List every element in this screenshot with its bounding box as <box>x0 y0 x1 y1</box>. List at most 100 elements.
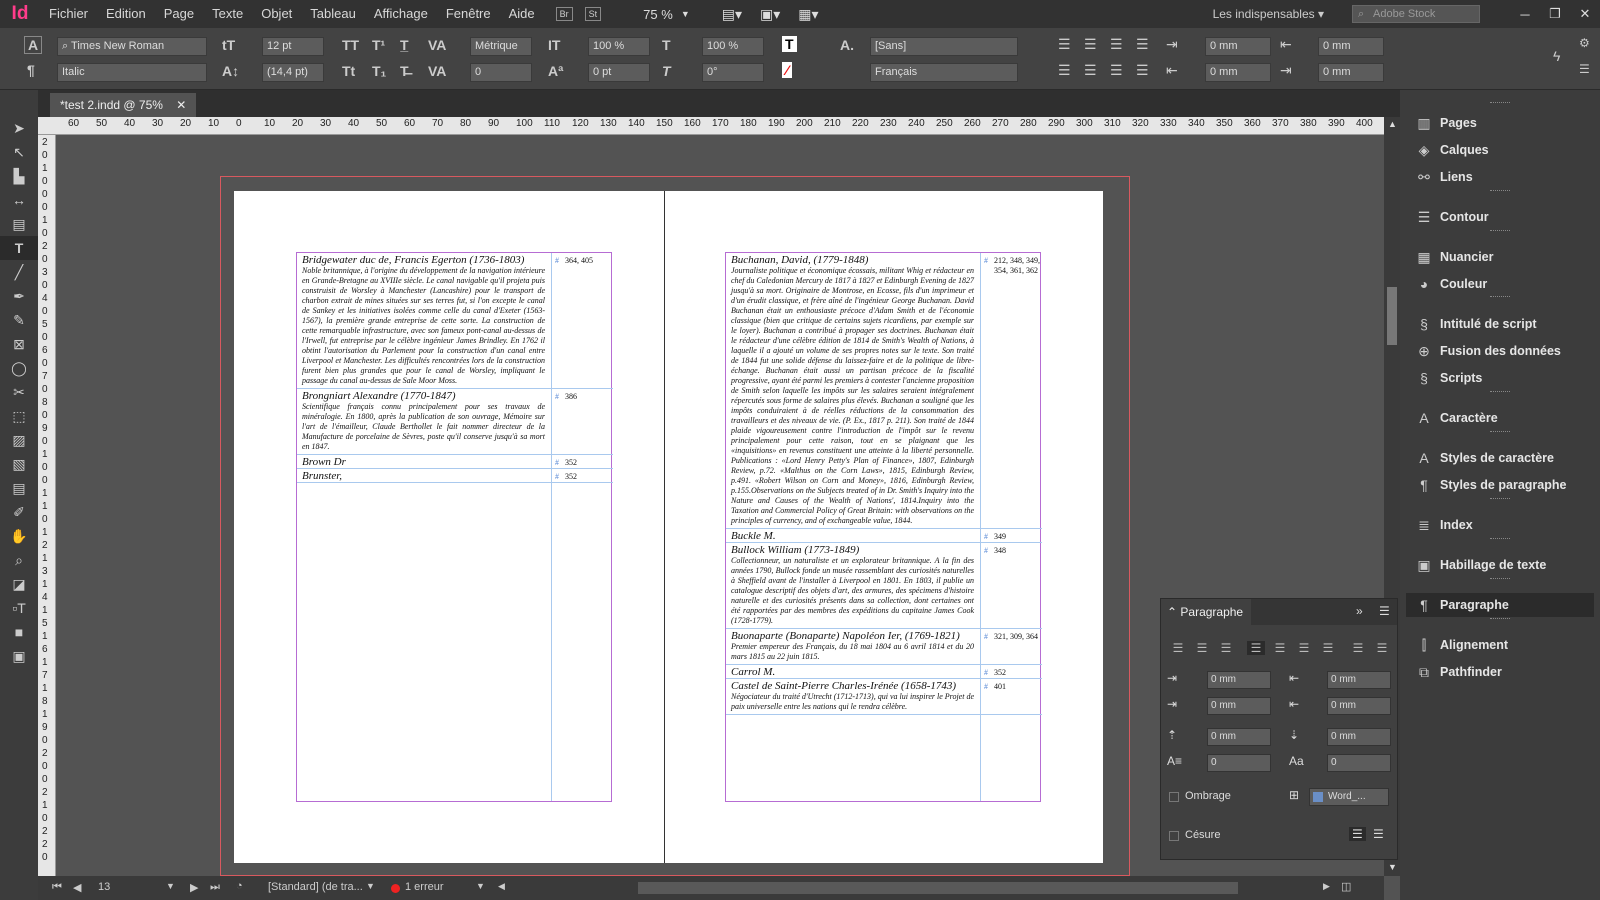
chevron-down-icon[interactable]: ▼ <box>166 881 175 891</box>
panel-grip[interactable] <box>1490 578 1510 580</box>
left-indent-field[interactable]: 0 mm <box>1207 671 1271 689</box>
menu-aide[interactable]: Aide <box>500 0 544 28</box>
free-transform-tool-icon[interactable]: ⬚ <box>0 404 38 428</box>
last-line-indent-field[interactable]: 0 mm <box>1327 697 1391 715</box>
index-entry[interactable]: Buchanan, David, (1779-1848) Journaliste … <box>726 253 1042 529</box>
gap-tool-icon[interactable]: ↔ <box>0 188 38 212</box>
stock-button[interactable]: St <box>584 7 602 21</box>
close-icon[interactable]: ✕ <box>176 98 186 112</box>
vertical-scale-field[interactable]: 100 % <box>588 37 650 56</box>
chevron-down-icon[interactable]: ▼ <box>366 881 375 891</box>
chevron-down-icon[interactable]: ▼ <box>476 881 485 891</box>
rectangle-frame-tool-icon[interactable]: ⊠ <box>0 332 38 356</box>
apply-color-icon[interactable]: ■ <box>0 620 38 644</box>
justify-all-icon[interactable]: ☰ <box>1058 62 1071 79</box>
baseline-grid-off-icon[interactable]: ☰ <box>1349 827 1366 841</box>
index-entry[interactable]: Buonaparte (Bonaparte) Napoléon Ier, (17… <box>726 629 1042 665</box>
next-page-icon[interactable]: ▶ <box>190 881 198 894</box>
line-tool-icon[interactable]: ╱ <box>0 260 38 284</box>
paragraph-panel-title[interactable]: ⌃ Paragraphe <box>1167 605 1243 619</box>
last-page-icon[interactable]: ⏭ <box>210 881 220 894</box>
status-style[interactable]: [Standard] (de tra... <box>268 881 363 893</box>
preflight-icon[interactable]: ◔ <box>236 880 243 892</box>
justify-center-icon[interactable]: ☰ <box>1084 62 1097 79</box>
view-options-icon[interactable]: ▤▾ <box>722 6 742 23</box>
gear-icon[interactable]: ⚙ <box>1579 36 1590 50</box>
right-indent-field[interactable]: 0 mm <box>1327 671 1391 689</box>
menu-page[interactable]: Page <box>155 0 203 28</box>
skew-field[interactable]: 0° <box>702 63 764 82</box>
menu-tableau[interactable]: Tableau <box>301 0 365 28</box>
adobe-stock-search[interactable]: ⌕ Adobe Stock <box>1352 5 1480 23</box>
kerning-field[interactable]: Métrique <box>470 37 532 56</box>
panel-item-paragraph-styles[interactable]: ¶ Styles de paragraphe <box>1406 473 1594 497</box>
justify-center-icon[interactable]: ☰ <box>1271 641 1289 655</box>
shading-settings-icon[interactable]: ⊞ <box>1289 788 1299 802</box>
justify-left-icon[interactable]: ☰ <box>1136 36 1149 53</box>
note-tool-icon[interactable]: ▤ <box>0 476 38 500</box>
strikethrough-icon[interactable]: T̶ <box>400 63 409 79</box>
font-style-field[interactable]: Italic <box>57 63 207 82</box>
panel-item-character-styles[interactable]: A Styles de caractère <box>1406 446 1594 470</box>
panel-item-scripts[interactable]: § Scripts <box>1406 366 1594 390</box>
drop-cap-chars-field[interactable]: 0 <box>1327 754 1391 772</box>
panel-grip[interactable] <box>1490 190 1510 192</box>
character-style-field[interactable]: [Sans] <box>870 37 1018 56</box>
shading-checkbox[interactable] <box>1169 792 1179 802</box>
first-line-indent-field[interactable]: 0 mm <box>1205 63 1271 82</box>
panel-grip[interactable] <box>1490 296 1510 298</box>
tracking-field[interactable]: 0 <box>470 63 532 82</box>
minimize-icon[interactable]: ─ <box>1510 7 1540 22</box>
chevron-down-icon[interactable]: ▼ <box>681 9 690 19</box>
left-indent-field[interactable]: 0 mm <box>1205 37 1271 56</box>
hand-tool-icon[interactable]: ✋ <box>0 524 38 548</box>
panel-item-data-merge[interactable]: ⊕ Fusion des données <box>1406 339 1594 363</box>
menu-texte[interactable]: Texte <box>203 0 252 28</box>
zoom-level[interactable]: 75 % <box>643 7 673 22</box>
align-left-icon[interactable]: ☰ <box>1169 641 1187 655</box>
pen-tool-icon[interactable]: ✒ <box>0 284 38 308</box>
small-caps-icon[interactable]: Tt <box>342 63 355 79</box>
type-tool-icon[interactable]: T <box>0 236 38 260</box>
justify-left-icon[interactable]: ☰ <box>1247 641 1265 655</box>
document-tab[interactable]: *test 2.indd @ 75% ✕ <box>50 93 197 117</box>
panel-grip[interactable] <box>1490 498 1510 500</box>
index-entry[interactable]: Brown Dr 352 # <box>297 455 613 469</box>
align-center-icon[interactable]: ☰ <box>1084 36 1097 53</box>
align-right-icon[interactable]: ☰ <box>1217 641 1235 655</box>
hyphenation-checkbox[interactable] <box>1169 831 1179 841</box>
selection-tool-icon[interactable]: ➤ <box>0 116 38 140</box>
fill-stroke-icon[interactable]: ◪ <box>0 572 38 596</box>
baseline-shift-field[interactable]: 0 pt <box>588 63 650 82</box>
index-entry[interactable]: Buckle M. 349 # <box>726 529 1042 543</box>
horizontal-scrollbar-thumb[interactable] <box>638 882 1238 894</box>
scissors-tool-icon[interactable]: ✂ <box>0 380 38 404</box>
scroll-down-icon[interactable]: ▼ <box>1388 862 1397 872</box>
panel-grip[interactable] <box>1490 391 1510 393</box>
align-center-icon[interactable]: ☰ <box>1193 641 1211 655</box>
first-line-indent-field[interactable]: 0 mm <box>1207 697 1271 715</box>
stroke-none-icon[interactable]: ⁄ <box>782 62 793 78</box>
justify-right-icon[interactable]: ☰ <box>1295 641 1313 655</box>
align-spine-icon[interactable]: ☰ <box>1136 62 1149 79</box>
panel-item-color[interactable]: ◕ Couleur <box>1406 272 1594 296</box>
baseline-grid-on-icon[interactable]: ☰ <box>1373 827 1384 841</box>
ellipse-tool-icon[interactable]: ◯ <box>0 356 38 380</box>
all-caps-icon[interactable]: TT <box>342 37 359 53</box>
collapse-icon[interactable]: » <box>1356 604 1363 618</box>
split-window-icon[interactable]: ◫ <box>1341 880 1351 893</box>
panel-grip[interactable] <box>1490 538 1510 540</box>
horizontal-scale-field[interactable]: 100 % <box>702 37 764 56</box>
page-number-field[interactable]: 13 <box>98 881 110 893</box>
content-collector-icon[interactable]: ▤ <box>0 212 38 236</box>
space-after-field[interactable]: 0 mm <box>1327 728 1391 746</box>
panel-item-pathfinder[interactable]: ⧉ Pathfinder <box>1406 660 1594 684</box>
pencil-tool-icon[interactable]: ✎ <box>0 308 38 332</box>
last-line-indent-field[interactable]: 0 mm <box>1318 63 1384 82</box>
index-entry[interactable]: Brunster, 352 # <box>297 469 613 483</box>
panel-grip[interactable] <box>1490 102 1510 104</box>
menu-fenetre[interactable]: Fenêtre <box>437 0 500 28</box>
left-text-frame[interactable]: Bridgewater duc de, Francis Egerton (173… <box>296 252 613 802</box>
underline-icon[interactable]: T̲ <box>400 37 409 53</box>
first-page-icon[interactable]: ⏮ <box>52 881 62 894</box>
